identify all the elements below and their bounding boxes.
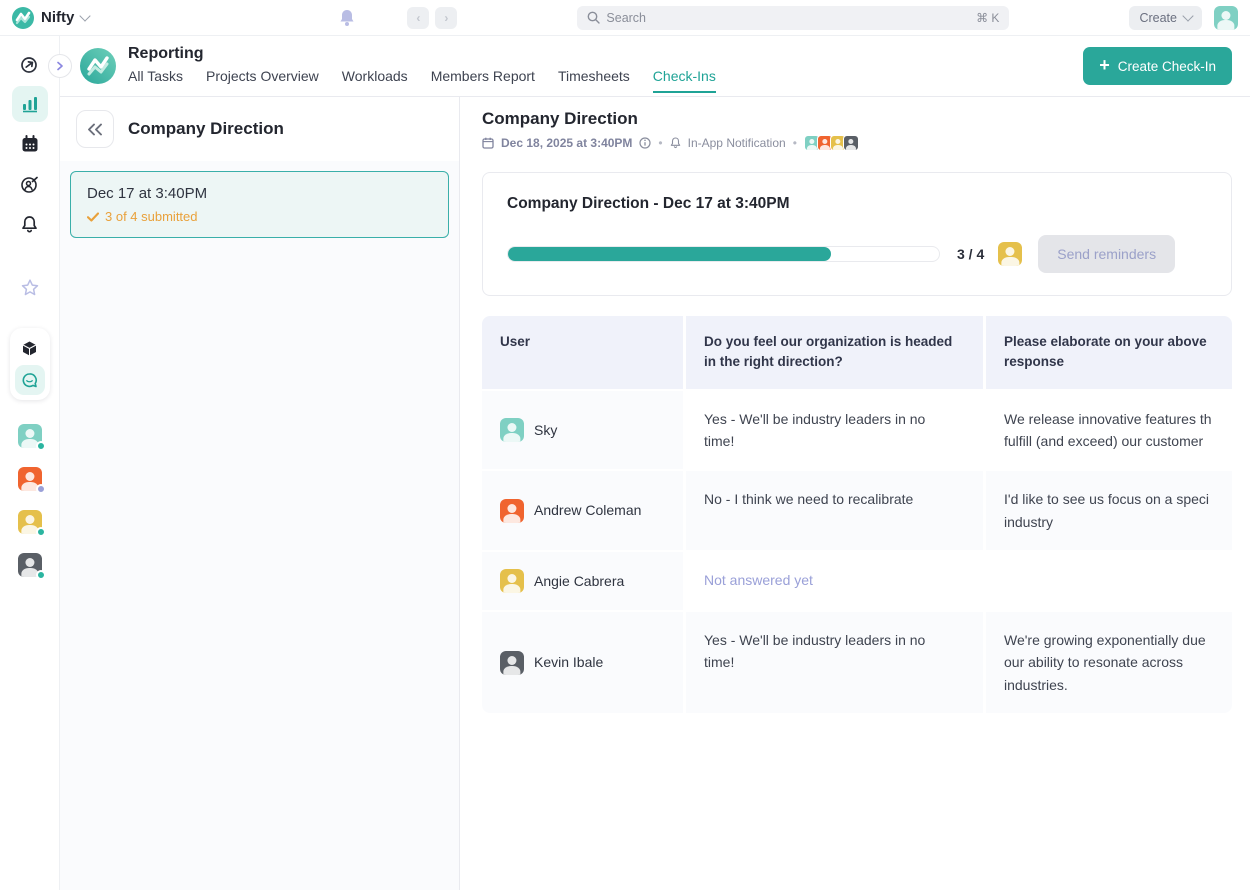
workspace-cube-icon[interactable] [15,333,45,363]
progress-fraction: 3 / 4 [957,246,984,262]
checkin-title: Company Direction [482,109,1232,129]
checkin-list-item[interactable]: Dec 17 at 3:40PM 3 of 4 submitted [70,171,449,238]
checkin-list-panel: Company Direction Dec 17 at 3:40PM 3 of … [60,97,460,890]
plus-icon: + [1099,56,1110,74]
user-avatar [500,651,524,675]
search-icon [587,11,600,24]
table-row-user: Andrew Coleman [482,471,683,550]
answer-cell: No - I think we need to recalibrate [686,471,983,550]
discover-icon[interactable] [12,46,48,82]
table-row-user: Kevin Ibale [482,612,683,713]
pending-user-avatar [998,242,1022,266]
participant-avatars [804,135,859,151]
team-avatar[interactable] [18,424,42,448]
brand[interactable]: Nifty [12,7,89,29]
column-header-question1: Do you feel our organization is headed i… [686,316,983,389]
separator-dot: • [658,136,662,150]
report-tabs: All Tasks Projects Overview Workloads Me… [128,68,716,93]
participant-avatar [843,135,859,151]
workspace-dock [10,328,50,400]
back-button[interactable]: ‹ [407,7,429,29]
info-icon [639,137,651,149]
search-input[interactable]: Search ⌘ K [577,6,1009,30]
responses-table: User Do you feel our organization is hea… [482,316,1232,713]
table-row-user: Sky [482,391,683,470]
chat-icon[interactable] [15,365,45,395]
user-avatar[interactable] [1214,6,1238,30]
tab-members-report[interactable]: Members Report [431,68,535,93]
status-dot [36,570,46,580]
column-header-question2: Please elaborate on your above response [986,316,1232,389]
nifty-logo-icon [12,7,34,29]
answer-cell: Not answered yet [686,552,983,610]
tab-projects-overview[interactable]: Projects Overview [206,68,319,93]
create-button[interactable]: Create [1129,6,1202,30]
status-dot [36,441,46,451]
topbar: Nifty ‹ › Search ⌘ K Create [0,0,1250,36]
team-avatars [18,424,42,577]
panel-title: Company Direction [128,119,284,139]
search-placeholder: Search [606,11,970,25]
chevron-down-icon [80,10,91,21]
progress-bar [507,246,940,262]
check-icon [87,212,99,222]
user-avatar [500,499,524,523]
expand-sidebar-button[interactable] [48,54,72,78]
tab-all-tasks[interactable]: All Tasks [128,68,183,93]
summary-heading: Company Direction - Dec 17 at 3:40PM [507,195,1207,213]
bell-icon [670,137,681,149]
checkin-meta: Dec 18, 2025 at 3:40PM • In-App Notifica… [482,135,1232,151]
team-avatar[interactable] [18,467,42,491]
answer-cell: Yes - We'll be industry leaders in no ti… [686,391,983,470]
status-dot [36,484,46,494]
notification-type: In-App Notification [688,136,786,150]
brand-name: Nifty [41,9,74,26]
icon-rail [0,36,60,890]
history-nav: ‹ › [407,7,457,29]
user-avatar [500,418,524,442]
create-checkin-button[interactable]: + Create Check-In [1083,47,1232,85]
status-dot [36,527,46,537]
team-avatar[interactable] [18,510,42,534]
star-icon[interactable] [12,270,48,306]
page-header: Reporting All Tasks Projects Overview Wo… [60,36,1250,97]
send-reminders-button[interactable]: Send reminders [1038,235,1175,273]
answer-cell: Yes - We'll be industry leaders in no ti… [686,612,983,713]
tab-check-ins[interactable]: Check-Ins [653,68,716,93]
calendar-icon [482,137,494,149]
forward-button[interactable]: › [435,7,457,29]
elaboration-cell: We release innovative features th fulfil… [986,391,1232,470]
elaboration-cell [986,552,1232,610]
progress-fill [508,247,831,261]
member-check-icon[interactable] [12,166,48,202]
bell-icon[interactable] [12,206,48,242]
checkin-detail: Company Direction Dec 18, 2025 at 3:40PM… [460,97,1250,890]
tab-workloads[interactable]: Workloads [342,68,408,93]
reporting-logo-icon [80,48,116,84]
page-title: Reporting [128,45,716,63]
table-row-user: Angie Cabrera [482,552,683,610]
tab-timesheets[interactable]: Timesheets [558,68,630,93]
checkin-date: Dec 17 at 3:40PM [87,185,432,202]
collapse-panel-button[interactable] [76,110,114,148]
team-avatar[interactable] [18,553,42,577]
notifications-bell-icon[interactable] [339,9,355,27]
user-avatar [500,569,524,593]
separator-dot: • [793,136,797,150]
column-header-user: User [482,316,683,389]
chevron-down-icon [1182,10,1193,21]
search-shortcut: ⌘ K [976,11,999,25]
summary-card: Company Direction - Dec 17 at 3:40PM 3 /… [482,172,1232,296]
checkin-status: 3 of 4 submitted [87,209,432,224]
elaboration-cell: We're growing exponentially due our abil… [986,612,1232,713]
create-button-label: Create [1139,11,1177,25]
create-checkin-label: Create Check-In [1118,59,1216,74]
calendar-icon[interactable] [12,126,48,162]
checkin-datetime: Dec 18, 2025 at 3:40PM [501,136,632,150]
reports-icon[interactable] [12,86,48,122]
elaboration-cell: I'd like to see us focus on a speci indu… [986,471,1232,550]
